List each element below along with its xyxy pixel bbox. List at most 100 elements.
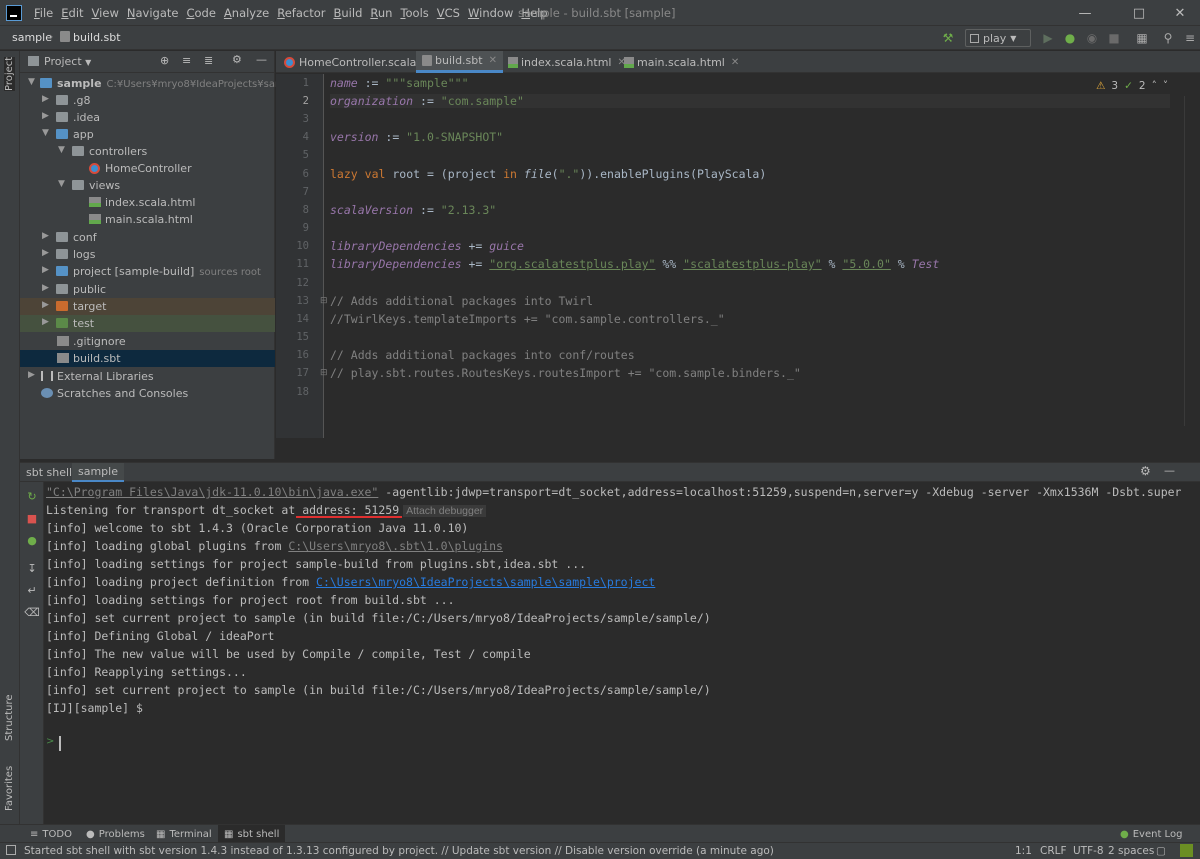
menu-tools[interactable]: Tools xyxy=(396,6,432,20)
tree-item-logs[interactable]: ▶ logs xyxy=(20,246,275,263)
tree-item-sample[interactable]: ▼ sample C:¥Users¥mryo8¥IdeaProjects¥samp… xyxy=(20,75,343,92)
menu-window[interactable]: Window xyxy=(464,6,517,20)
tab-problems[interactable]: ● Problems xyxy=(80,825,151,843)
sbt-sidebar-icon[interactable]: ≡ xyxy=(1182,30,1198,46)
text-cursor[interactable] xyxy=(59,736,61,751)
event-log-button[interactable]: ● Event Log xyxy=(1114,825,1188,843)
tree-item-public[interactable]: ▶ public xyxy=(20,281,275,298)
project-view-select[interactable]: Project ▼ xyxy=(44,55,91,68)
structure-tool-tab[interactable]: Structure xyxy=(4,694,15,741)
tab-main-scala-html[interactable]: main.scala.html ✕ xyxy=(618,51,745,73)
toggle-tool-windows-icon[interactable] xyxy=(6,845,16,855)
file-encoding[interactable]: UTF-8 xyxy=(1073,845,1104,857)
line-number: 3 xyxy=(302,113,309,125)
fold-icon[interactable]: ⊟ xyxy=(320,296,328,306)
next-highlight-icon[interactable]: ˅ xyxy=(1163,80,1168,92)
fold-icon[interactable]: ⊟ xyxy=(320,368,328,378)
inspection-widget[interactable]: ⚠ 3 ✓ 2 ˄ ˅ xyxy=(1096,80,1168,92)
code-editor[interactable]: 1 2 3 4 5 6 7 8 9 10 11 12 13 14 15 16 1… xyxy=(276,74,1200,438)
gear-icon[interactable]: ⚙ xyxy=(232,53,242,66)
menu-view[interactable]: View xyxy=(88,6,123,20)
expand-all-icon[interactable]: ≡ xyxy=(182,54,191,67)
favorites-tool-tab[interactable]: Favorites xyxy=(4,766,15,811)
line-separator[interactable]: CRLF xyxy=(1040,845,1067,857)
menu-analyze[interactable]: Analyze xyxy=(220,6,273,20)
tree-item-idea[interactable]: ▶ .idea xyxy=(20,109,275,126)
tab-sample[interactable]: sample xyxy=(72,463,124,482)
tree-item-target[interactable]: ▶ target xyxy=(20,298,275,315)
tree-item-homecontroller[interactable]: HomeController xyxy=(20,160,275,177)
tree-item-main-scala-html[interactable]: main.scala.html xyxy=(20,211,275,228)
path-link[interactable]: C:\Users\mryo8\.sbt\1.0\plugins xyxy=(288,539,503,553)
debug-icon[interactable]: ● xyxy=(26,534,38,547)
path-link[interactable]: C:\Users\mryo8\IdeaProjects\sample\sampl… xyxy=(316,575,655,589)
tree-item-project[interactable]: ▶ project [sample-build] sources root xyxy=(20,263,275,280)
line-number: 1 xyxy=(302,77,309,89)
menu-run[interactable]: Run xyxy=(366,6,396,20)
sbt-file-icon xyxy=(60,31,70,42)
editor-scrollbar[interactable] xyxy=(1184,96,1192,426)
tab-terminal[interactable]: ▦ Terminal xyxy=(150,825,218,843)
menu-build[interactable]: Build xyxy=(330,6,367,20)
tree-item-controllers[interactable]: ▼ controllers xyxy=(20,143,275,160)
run-configuration-select[interactable]: play ▼ xyxy=(965,29,1031,47)
breadcrumb-file-label: build.sbt xyxy=(73,31,121,44)
menu-refactor[interactable]: Refactor xyxy=(273,6,329,20)
lock-icon[interactable]: ▢ xyxy=(1156,845,1166,857)
tab-homecontroller-scala[interactable]: HomeController.scala ✕ xyxy=(278,51,437,73)
restart-icon[interactable]: ↻ xyxy=(26,490,38,503)
notification-icon[interactable] xyxy=(1180,844,1193,857)
project-tool-tab[interactable]: Project xyxy=(4,56,15,91)
indent-setting[interactable]: 2 spaces xyxy=(1108,845,1154,857)
tree-item-conf[interactable]: ▶ conf xyxy=(20,229,275,246)
tree-item-views[interactable]: ▼ views xyxy=(20,177,275,194)
minimize-icon[interactable]: — xyxy=(1062,0,1108,26)
menu-navigate[interactable]: Navigate xyxy=(123,6,183,20)
tab-todo[interactable]: ≡ TODO xyxy=(24,825,78,843)
close-tab-icon[interactable]: ✕ xyxy=(489,55,497,66)
stop-icon[interactable]: ■ xyxy=(1106,30,1122,46)
maximize-icon[interactable]: □ xyxy=(1116,0,1162,26)
hide-panel-icon[interactable]: — xyxy=(256,53,267,66)
tab-index-scala-html[interactable]: index.scala.html ✕ xyxy=(502,51,632,73)
locate-icon[interactable]: ⊕ xyxy=(160,54,169,67)
soft-wrap-icon[interactable]: ↵ xyxy=(26,584,38,597)
build-hammer-icon[interactable]: ⚒ xyxy=(940,30,956,46)
tree-item-index-scala-html[interactable]: index.scala.html xyxy=(20,194,275,211)
run-icon[interactable]: ▶ xyxy=(1040,30,1056,46)
close-icon[interactable]: ✕ xyxy=(1160,0,1200,26)
tree-item-test[interactable]: ▶ test xyxy=(20,315,275,332)
caret-position[interactable]: 1:1 xyxy=(1015,845,1032,857)
menu-file[interactable]: File xyxy=(30,6,57,20)
tree-item-build-sbt[interactable]: build.sbt xyxy=(20,350,275,367)
menu-vcs[interactable]: VCS xyxy=(433,6,464,20)
tree-item-app[interactable]: ▼ app xyxy=(20,126,275,143)
tab-sbt-shell[interactable]: ▦ sbt shell xyxy=(218,825,286,843)
menu-edit[interactable]: Edit xyxy=(57,6,87,20)
sbt-file-icon xyxy=(57,353,69,363)
menu-code[interactable]: Code xyxy=(182,6,219,20)
coverage-icon[interactable]: ◉ xyxy=(1084,30,1100,46)
stop-icon[interactable]: ■ xyxy=(26,512,38,525)
close-tab-icon[interactable]: ✕ xyxy=(731,57,739,68)
status-message[interactable]: Started sbt shell with sbt version 1.4.3… xyxy=(24,845,774,857)
debug-address: address: 51259 xyxy=(302,503,400,517)
tree-item-g8[interactable]: ▶ .g8 xyxy=(20,92,275,109)
breadcrumb-project[interactable]: sample xyxy=(12,31,52,44)
project-structure-icon[interactable]: ▦ xyxy=(1134,30,1150,46)
sbt-shell-console[interactable]: ↻ ■ ● ↧ ↵ ⌫ "C:\Program Files\Java\jdk-1… xyxy=(20,482,1200,824)
attach-debugger-link[interactable]: Attach debugger xyxy=(403,505,487,517)
hide-panel-icon[interactable]: — xyxy=(1164,464,1175,477)
tab-build-sbt[interactable]: build.sbt ✕ xyxy=(416,51,503,73)
tree-item-external-libraries[interactable]: ▶ External Libraries xyxy=(20,368,275,385)
tree-item-gitignore[interactable]: .gitignore xyxy=(20,333,275,350)
debug-icon[interactable]: ● xyxy=(1062,30,1078,46)
scroll-to-end-icon[interactable]: ↧ xyxy=(26,562,38,575)
gear-icon[interactable]: ⚙ xyxy=(1140,464,1151,478)
collapse-all-icon[interactable]: ≣ xyxy=(204,54,213,67)
trash-icon[interactable]: ⌫ xyxy=(24,606,40,619)
tree-item-scratches[interactable]: Scratches and Consoles xyxy=(20,385,275,402)
breadcrumb-file[interactable]: build.sbt xyxy=(60,31,121,44)
previous-highlight-icon[interactable]: ˄ xyxy=(1152,80,1157,92)
search-everywhere-icon[interactable]: ⚲ xyxy=(1160,30,1176,46)
